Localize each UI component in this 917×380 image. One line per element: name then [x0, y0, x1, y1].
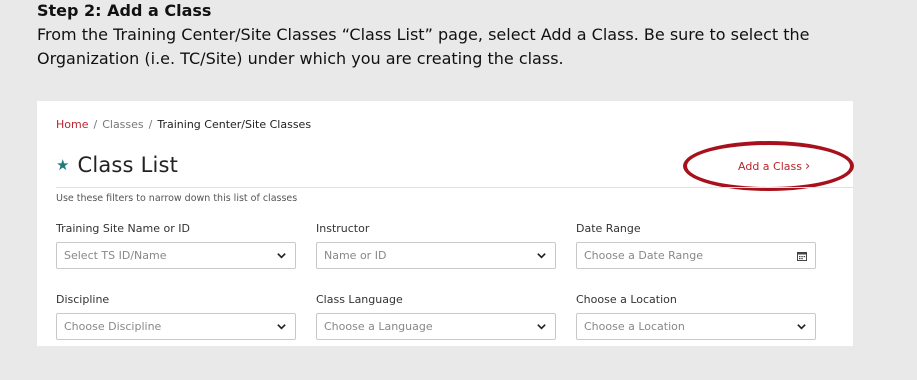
training-site-placeholder: Select TS ID/Name: [64, 249, 167, 262]
chevron-down-icon: [537, 324, 546, 330]
highlight-circle: [683, 141, 854, 191]
breadcrumb-current: Training Center/Site Classes: [157, 118, 312, 131]
star-icon: ★: [56, 155, 70, 174]
filter-hint: Use these filters to narrow down this li…: [56, 193, 298, 204]
breadcrumb-classes-link[interactable]: Classes: [102, 118, 143, 131]
date-range-placeholder: Choose a Date Range: [584, 249, 703, 262]
calendar-icon[interactable]: [797, 251, 807, 261]
training-site-label: Training Site Name or ID: [56, 222, 190, 235]
date-range-label: Date Range: [576, 222, 641, 235]
discipline-label: Discipline: [56, 293, 110, 306]
breadcrumb-separator: /: [148, 118, 153, 131]
location-placeholder: Choose a Location: [584, 320, 685, 333]
training-site-select[interactable]: Select TS ID/Name: [56, 242, 296, 269]
discipline-select[interactable]: Choose Discipline: [56, 313, 296, 340]
date-range-input[interactable]: Choose a Date Range: [576, 242, 816, 269]
divider: [56, 187, 853, 188]
page-title: Class List: [77, 153, 179, 177]
title-row: ★ Class List: [56, 153, 178, 177]
location-select[interactable]: Choose a Location: [576, 313, 816, 340]
discipline-placeholder: Choose Discipline: [64, 320, 162, 333]
step-title: Step 2: Add a Class: [37, 1, 212, 20]
breadcrumb-separator: /: [93, 118, 98, 131]
chevron-down-icon: [537, 253, 546, 259]
class-language-label: Class Language: [316, 293, 403, 306]
breadcrumb-home-link[interactable]: Home: [56, 118, 88, 131]
class-language-select[interactable]: Choose a Language: [316, 313, 556, 340]
breadcrumb: Home / Classes / Training Center/Site Cl…: [56, 118, 311, 131]
class-language-placeholder: Choose a Language: [324, 320, 433, 333]
chevron-down-icon: [277, 324, 286, 330]
chevron-down-icon: [277, 253, 286, 259]
instructor-select[interactable]: Name or ID: [316, 242, 556, 269]
instructor-label: Instructor: [316, 222, 370, 235]
class-list-card: Home / Classes / Training Center/Site Cl…: [37, 101, 854, 346]
chevron-down-icon: [797, 324, 806, 330]
location-label: Choose a Location: [576, 293, 677, 306]
instructor-placeholder: Name or ID: [324, 249, 387, 262]
step-description: From the Training Center/Site Classes “C…: [37, 25, 810, 68]
